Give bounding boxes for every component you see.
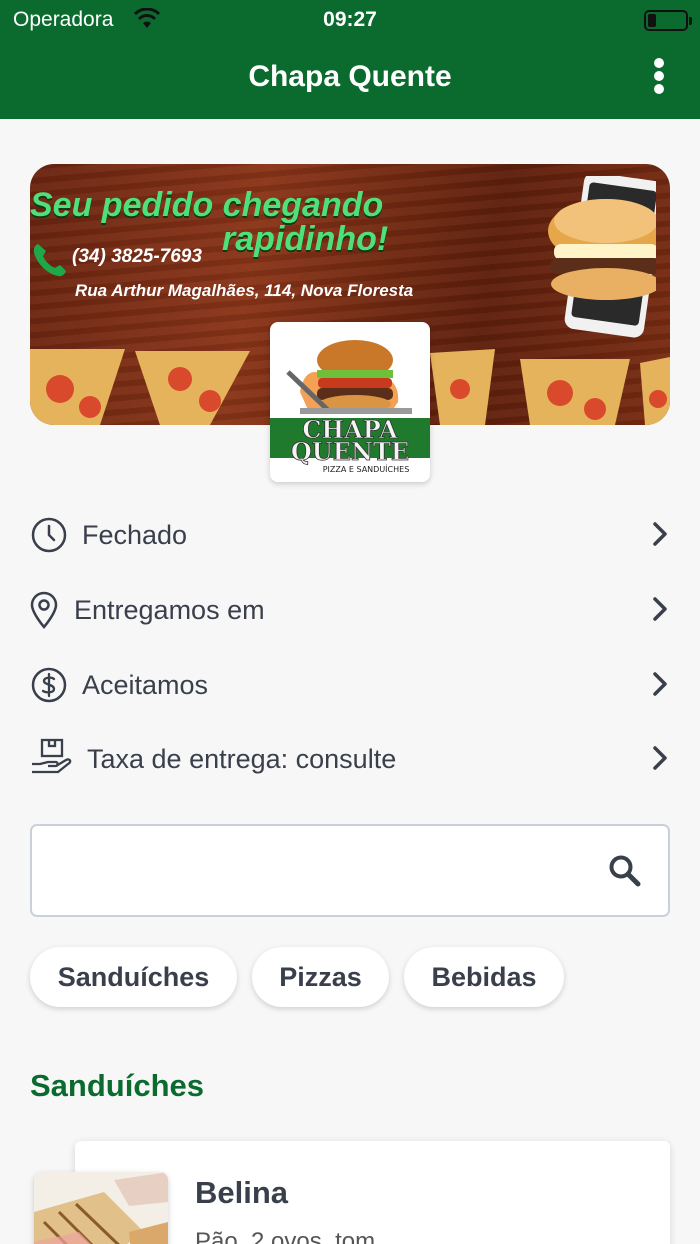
clock-icon xyxy=(31,517,67,553)
logo-text-quente: QUENTE xyxy=(291,437,409,466)
product-name: Belina xyxy=(195,1175,289,1210)
dot-icon xyxy=(654,84,664,94)
status-bar: Operadora 09:27 xyxy=(0,6,700,36)
banner-headline-2: rapidinho! xyxy=(222,220,389,258)
info-row-delivery-area[interactable]: Entregamos em xyxy=(30,583,670,633)
info-label-delivery-fee: Taxa de entrega: consulte xyxy=(87,744,397,774)
chevron-right-icon xyxy=(653,597,667,621)
banner-address: Rua Arthur Magalhães, 114, Nova Floresta xyxy=(75,281,414,300)
phone-burger-image xyxy=(548,176,656,338)
dot-icon xyxy=(654,58,664,68)
burger-logo-icon: CHAPA QUENTE PIZZA E SANDUÍCHES xyxy=(270,340,430,474)
status-time: 09:27 xyxy=(323,8,377,31)
banner-phone: (34) 3825-7693 xyxy=(72,246,202,267)
search-box xyxy=(30,824,670,917)
info-row-payment[interactable]: Aceitamos xyxy=(30,658,670,708)
info-label-delivery-area: Entregamos em xyxy=(74,595,265,625)
info-row-hours[interactable]: Fechado xyxy=(30,508,670,558)
more-options-button[interactable] xyxy=(652,58,666,98)
dot-icon xyxy=(654,71,664,81)
product-description: Pão, 2 ovos, tom... xyxy=(195,1228,396,1244)
section-title: Sanduíches xyxy=(30,1068,204,1103)
chevron-right-icon xyxy=(653,522,667,546)
chevron-right-icon xyxy=(653,746,667,770)
battery-icon xyxy=(644,10,692,31)
dollar-icon xyxy=(31,667,67,703)
search-input[interactable] xyxy=(48,846,588,896)
page-title: Chapa Quente xyxy=(248,60,452,93)
product-image xyxy=(34,1172,168,1244)
search-icon[interactable] xyxy=(608,854,642,888)
info-row-delivery-fee[interactable]: Taxa de entrega: consulte xyxy=(30,732,670,782)
phone-icon xyxy=(33,244,66,277)
delivery-icon xyxy=(32,738,72,774)
info-label-hours: Fechado xyxy=(82,520,188,550)
store-logo: CHAPA QUENTE PIZZA E SANDUÍCHES xyxy=(270,322,430,482)
location-pin-icon xyxy=(30,591,58,629)
logo-tagline: PIZZA E SANDUÍCHES xyxy=(323,463,410,474)
category-chip-bebidas[interactable]: Bebidas xyxy=(404,947,564,1007)
info-label-payment: Aceitamos xyxy=(82,670,209,700)
app-header: Operadora 09:27 Chapa Quente xyxy=(0,0,700,119)
category-chip-pizzas[interactable]: Pizzas xyxy=(252,947,389,1007)
category-chip-sanduiches[interactable]: Sanduíches xyxy=(30,947,237,1007)
chevron-right-icon xyxy=(653,672,667,696)
